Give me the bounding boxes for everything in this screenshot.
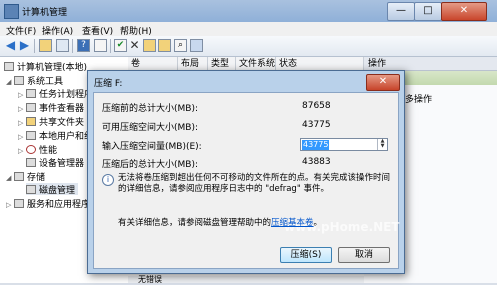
total-before-label: 压缩前的总计大小(MB): (102, 104, 198, 114)
help-icon[interactable]: ? (77, 39, 90, 52)
dialog-close-button[interactable]: ✕ (366, 74, 400, 91)
title-bar: 计算机管理 — □ ✕ (0, 0, 497, 23)
column-header-status[interactable]: 状态 (276, 57, 364, 71)
disk-icon (26, 185, 36, 194)
tree-item-event-viewer[interactable]: ▷ 事件查看器 (18, 101, 84, 114)
back-arrow-icon[interactable]: ◀ (4, 39, 17, 52)
minimize-button[interactable]: — (387, 2, 415, 21)
device-manager-icon (26, 158, 36, 167)
close-button[interactable]: ✕ (441, 2, 487, 21)
menu-bar: 文件(F) 操作(A) 查看(V) 帮助(H) (0, 22, 497, 37)
collapse-icon[interactable]: ◢ (6, 174, 14, 182)
column-header-type[interactable]: 类型 (208, 57, 236, 71)
expand-icon[interactable]: ▷ (18, 91, 26, 99)
help-text: 有关详细信息，请参阅磁盘管理帮助中的压缩基本卷。 (118, 218, 323, 228)
shared-folder-icon (26, 117, 36, 126)
tools-icon (14, 76, 24, 85)
available-shrink-label: 可用压缩空间大小(MB): (102, 123, 198, 133)
expand-icon[interactable]: ▷ (18, 133, 26, 141)
services-icon (14, 199, 24, 208)
toolbar-separator (34, 39, 35, 53)
total-after-label: 压缩后的总计大小(MB): (102, 160, 198, 170)
shrink-amount-label: 输入压缩空间量(MB)(E): (102, 142, 202, 152)
expand-icon[interactable]: ▷ (18, 105, 26, 113)
dialog-title: 压缩 F: (94, 79, 123, 89)
tree-item-services-apps[interactable]: ▷ 服务和应用程序 (6, 197, 90, 210)
collapse-icon[interactable]: ◢ (6, 78, 14, 86)
toolbar: ◀ ▶ ? ✔ ✕ ⌕ (0, 36, 497, 57)
tree-item-performance[interactable]: ▷ 性能 (18, 143, 57, 156)
shrink-amount-value: 43775 (302, 140, 330, 150)
expand-icon[interactable]: ▷ (18, 119, 26, 127)
maximize-button[interactable]: □ (414, 2, 442, 21)
toolbar-separator (110, 39, 111, 53)
total-after-value: 43883 (302, 157, 331, 167)
total-before-value: 87658 (302, 101, 331, 111)
shrink-amount-input[interactable]: 43775 ▲ ▼ (300, 138, 388, 151)
dialog-body: 压缩前的总计大小(MB): 87658 可用压缩空间大小(MB): 43775 … (93, 92, 400, 269)
search-icon[interactable]: ⌕ (174, 39, 187, 52)
expand-icon[interactable]: ▷ (18, 147, 26, 155)
computer-management-icon (4, 4, 19, 19)
shrink-button[interactable]: 压缩(S) (280, 247, 332, 263)
storage-icon (14, 172, 24, 181)
shrink-dialog: 压缩 F: ✕ 压缩前的总计大小(MB): 87658 可用压缩空间大小(MB)… (87, 70, 405, 274)
available-shrink-value: 43775 (302, 120, 331, 130)
column-header-filesystem[interactable]: 文件系统 (236, 57, 276, 71)
new-icon[interactable] (143, 39, 156, 52)
properties2-icon[interactable] (190, 39, 203, 52)
event-viewer-icon (26, 103, 36, 112)
tree-item-local-users[interactable]: ▷ 本地用户和组 (18, 129, 93, 142)
window-title: 计算机管理 (22, 8, 68, 18)
column-header-layout[interactable]: 布局 (178, 57, 208, 71)
tree-item-system-tools[interactable]: ◢ 系统工具 (6, 74, 63, 87)
list-icon[interactable] (94, 39, 107, 52)
open-icon[interactable] (158, 39, 171, 52)
tree-root[interactable]: 计算机管理(本地) (4, 60, 87, 73)
info-icon: i (102, 174, 114, 186)
cancel-button[interactable]: 取消 (338, 247, 390, 263)
clock-icon (26, 89, 36, 98)
column-header-volume[interactable]: 卷 (128, 57, 178, 71)
shrink-basic-volume-link[interactable]: 压缩基本卷 (271, 218, 314, 228)
folder-icon[interactable] (39, 39, 52, 52)
tree-item-storage[interactable]: ◢ 存储 (6, 170, 45, 183)
grid-icon[interactable] (56, 39, 69, 52)
properties-icon[interactable]: ✔ (114, 39, 127, 52)
tree-item-shared-folders[interactable]: ▷ 共享文件夹 (18, 115, 84, 128)
computer-icon (4, 62, 14, 71)
bottom-status-text: 无错误 (138, 275, 162, 284)
toolbar-separator (72, 39, 73, 53)
info-message: 无法将卷压缩到超出任何不可移动的文件所在的点。有关完成该操作时间的详细信息，请参… (118, 173, 391, 194)
tree-item-disk-management[interactable]: 磁盘管理 (26, 183, 79, 196)
forward-arrow-icon[interactable]: ▶ (18, 39, 31, 52)
bottom-strip (128, 276, 364, 283)
tree-item-task-scheduler[interactable]: ▷ 任务计划程序 (18, 87, 93, 100)
performance-icon (26, 145, 36, 154)
users-icon (26, 131, 36, 140)
spinner-arrows-icon[interactable]: ▲ ▼ (377, 139, 387, 150)
expand-icon[interactable]: ▷ (6, 201, 14, 209)
actions-header: 操作 (364, 57, 497, 71)
delete-icon[interactable]: ✕ (128, 39, 141, 52)
tree-item-device-manager[interactable]: 设备管理器 (26, 156, 84, 169)
